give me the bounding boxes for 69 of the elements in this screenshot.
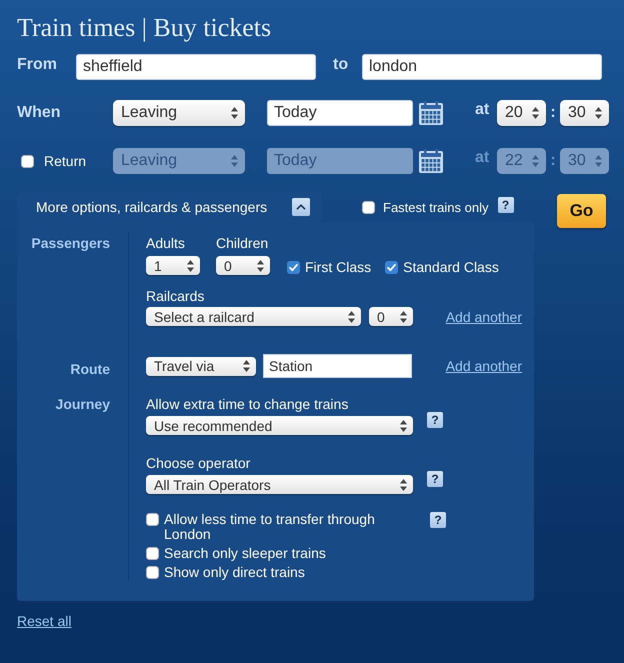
journey-label: Journey bbox=[56, 396, 110, 412]
when-label: When bbox=[17, 104, 61, 122]
help-button[interactable]: ? bbox=[430, 512, 446, 528]
up-down-arrow-icon bbox=[231, 107, 238, 119]
adults-select[interactable]: 1 bbox=[146, 256, 200, 275]
help-button[interactable]: ? bbox=[427, 412, 443, 428]
option-label: Allow less time to transfer through London bbox=[164, 512, 376, 542]
from-field[interactable]: sheffield bbox=[76, 54, 316, 80]
passengers-label: Passengers bbox=[31, 235, 110, 251]
station-field[interactable]: Station bbox=[263, 354, 412, 378]
chevron-up-icon bbox=[296, 204, 306, 210]
up-down-arrow-icon bbox=[348, 310, 355, 322]
option-label: Show only direct trains bbox=[164, 565, 305, 580]
option-checkbox[interactable] bbox=[146, 566, 159, 579]
to-label: to bbox=[333, 56, 350, 74]
up-down-arrow-icon bbox=[187, 260, 194, 272]
railcard-count-select[interactable]: 0 bbox=[369, 307, 413, 326]
fastest-label: Fastest trains only bbox=[383, 200, 488, 214]
date-field[interactable]: Today bbox=[267, 100, 413, 126]
class-checkbox[interactable] bbox=[385, 260, 398, 274]
page-title: Train times | Buy tickets bbox=[17, 12, 272, 44]
railcards-label: Railcards bbox=[146, 288, 204, 305]
option-checkbox[interactable] bbox=[146, 547, 159, 560]
help-button[interactable]: ? bbox=[427, 471, 443, 487]
up-down-arrow-icon bbox=[595, 107, 602, 119]
time-mode-select[interactable]: Leaving bbox=[113, 100, 245, 126]
up-down-arrow-icon bbox=[257, 260, 264, 272]
children-label: Children bbox=[216, 235, 268, 252]
via-select[interactable]: Travel via bbox=[146, 356, 256, 376]
adults-label: Adults bbox=[146, 235, 185, 252]
add-another-link[interactable]: Add another bbox=[446, 308, 522, 324]
return-label: Return bbox=[44, 153, 86, 169]
route-label: Route bbox=[70, 361, 110, 377]
calendar-icon[interactable] bbox=[419, 149, 443, 173]
children-select[interactable]: 0 bbox=[216, 256, 270, 275]
operator-label: Choose operator bbox=[146, 455, 250, 472]
up-down-arrow-icon bbox=[595, 155, 602, 167]
up-down-arrow-icon bbox=[231, 155, 238, 167]
class-label: Standard Class bbox=[403, 258, 499, 276]
up-down-arrow-icon bbox=[532, 107, 539, 119]
minute-select[interactable]: 30 bbox=[560, 100, 609, 126]
class-checkbox[interactable] bbox=[287, 260, 300, 274]
extra-time-select[interactable]: Use recommended bbox=[146, 416, 413, 435]
class-label: First Class bbox=[305, 258, 372, 276]
at-label: at bbox=[475, 101, 490, 119]
at-label: at bbox=[475, 149, 490, 167]
reset-all-link[interactable]: Reset all bbox=[17, 613, 72, 629]
go-button[interactable]: Go bbox=[557, 194, 606, 228]
fastest-checkbox[interactable] bbox=[362, 200, 375, 214]
options-tab[interactable]: More options, railcards & passengers bbox=[17, 192, 322, 222]
time-separator: : bbox=[549, 104, 557, 122]
extra-time-label: Allow extra time to change trains bbox=[146, 396, 348, 413]
up-down-arrow-icon bbox=[243, 360, 250, 372]
collapse-button[interactable] bbox=[292, 198, 310, 216]
help-button[interactable]: ? bbox=[498, 197, 514, 213]
railcard-select[interactable]: Select a railcard bbox=[146, 307, 361, 326]
calendar-icon[interactable] bbox=[419, 101, 443, 125]
operator-select[interactable]: All Train Operators bbox=[146, 475, 413, 494]
up-down-arrow-icon bbox=[400, 478, 407, 490]
up-down-arrow-icon bbox=[400, 420, 407, 432]
up-down-arrow-icon bbox=[400, 310, 407, 322]
from-label: From bbox=[17, 56, 58, 74]
add-another-link[interactable]: Add another bbox=[446, 358, 522, 374]
to-field[interactable]: london bbox=[362, 54, 602, 80]
time-separator: : bbox=[549, 152, 557, 170]
option-label: Search only sleeper trains bbox=[164, 546, 326, 561]
up-down-arrow-icon bbox=[532, 155, 539, 167]
option-checkbox[interactable] bbox=[146, 513, 159, 526]
hour-select[interactable]: 20 bbox=[497, 100, 546, 126]
